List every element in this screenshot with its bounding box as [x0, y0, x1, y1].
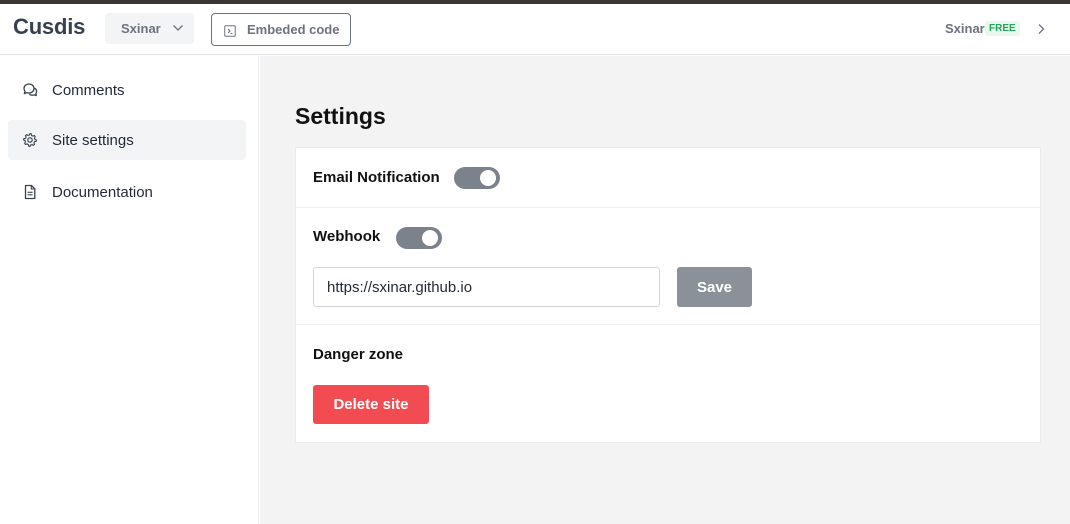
- sidebar: Comments Site settings Documentation: [0, 56, 259, 524]
- gear-icon: [23, 132, 37, 148]
- toggle-knob: [422, 230, 438, 246]
- code-icon: [224, 25, 236, 37]
- webhook-toggle[interactable]: [396, 227, 442, 249]
- sidebar-item-label: Comments: [52, 81, 125, 99]
- sidebar-item-documentation[interactable]: Documentation: [8, 172, 246, 212]
- user-name[interactable]: Sxinar: [945, 21, 985, 36]
- embed-code-label: Embeded code: [247, 22, 340, 37]
- danger-zone-label: Danger zone: [313, 346, 404, 363]
- toggle-knob: [480, 170, 496, 186]
- webhook-label: Webhook: [313, 228, 381, 245]
- chevron-down-icon: [173, 25, 183, 31]
- sidebar-item-comments[interactable]: Comments: [8, 70, 246, 110]
- sidebar-item-site-settings[interactable]: Site settings: [8, 120, 246, 160]
- delete-site-button[interactable]: Delete site: [313, 385, 429, 424]
- divider: [296, 324, 1040, 325]
- plan-badge: FREE: [985, 21, 1020, 36]
- site-selector[interactable]: Sxinar: [105, 13, 194, 44]
- sidebar-item-label: Site settings: [52, 131, 134, 149]
- webhook-url-input[interactable]: [313, 267, 660, 307]
- top-header: Cusdis Sxinar Embeded code Sxinar FREE: [0, 4, 1070, 55]
- site-selector-value: Sxinar: [121, 21, 161, 36]
- chat-icon: [23, 83, 38, 97]
- email-notification-label: Email Notification: [313, 169, 440, 186]
- embed-code-button[interactable]: Embeded code: [211, 13, 351, 46]
- app-logo[interactable]: Cusdis: [13, 14, 85, 40]
- sidebar-item-label: Documentation: [52, 183, 153, 201]
- save-button[interactable]: Save: [677, 267, 752, 307]
- settings-card: Email Notification Webhook Save Danger z…: [295, 147, 1041, 443]
- email-notification-toggle[interactable]: [454, 167, 500, 189]
- main-content: Settings Email Notification Webhook Save…: [260, 56, 1070, 524]
- chevron-right-icon[interactable]: [1036, 23, 1046, 35]
- page-title: Settings: [295, 103, 386, 129]
- divider: [296, 207, 1040, 208]
- document-icon: [24, 184, 36, 200]
